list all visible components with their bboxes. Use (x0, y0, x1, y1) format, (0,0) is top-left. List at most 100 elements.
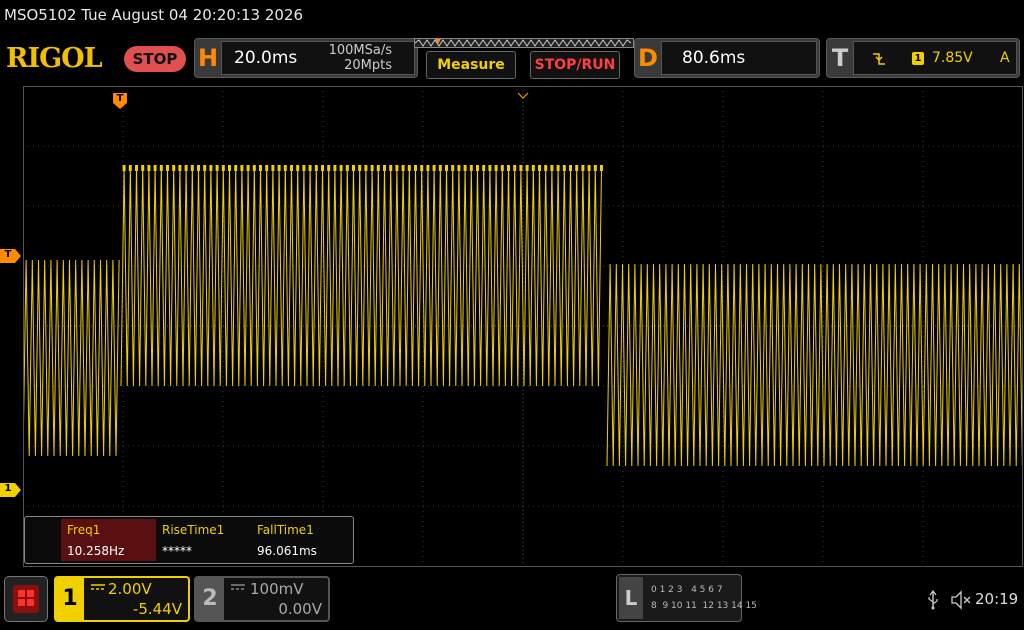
waveform-peak-dot (364, 165, 368, 171)
waveform-peak-dot (513, 165, 517, 171)
main-menu-button[interactable] (4, 576, 48, 622)
measurement-item[interactable]: Freq1 10.258Hz (61, 519, 156, 561)
waveform-peak-dot (538, 165, 541, 171)
measurement-value: 10.258Hz (67, 544, 125, 558)
measurement-item[interactable]: FallTime1 96.061ms (251, 519, 346, 561)
waveform-peak-dot (190, 165, 194, 171)
waveform-peak-dot (451, 165, 455, 171)
measurement-panel[interactable]: Freq1 10.258Hz RiseTime1 ***** FallTime1… (24, 516, 354, 564)
waveform-peak-dot (581, 165, 585, 171)
trigger-level-marker[interactable]: T (0, 248, 22, 267)
waveform-peak-dot (246, 165, 250, 171)
falling-edge-icon (873, 53, 885, 65)
time-base-scale: 20.0ms (234, 48, 298, 68)
measurement-name: FallTime1 (257, 523, 314, 537)
waveform-peak-dot (463, 165, 467, 171)
ch2-scale: 100mV (250, 580, 304, 598)
waveform-peak-dot (507, 165, 510, 171)
title-bar: MSO5102 Tue August 04 20:20:13 2026 (0, 0, 1024, 32)
waveform-peak-dot (321, 165, 324, 171)
waveform-peak-dot (308, 165, 312, 171)
waveform-peak-dot (128, 165, 132, 171)
waveform-peak-dot (203, 165, 207, 171)
waveform-peak-dot (339, 165, 343, 171)
waveform-peak-dot (147, 165, 151, 171)
trigger-level: 7.85V (932, 50, 973, 66)
waveform-peak-dot (587, 165, 591, 171)
ch1-number: 1 (56, 578, 84, 620)
delay-letter: D (638, 44, 658, 72)
waveform-peak-dot (327, 165, 331, 171)
trigger-source-badge: 1 (912, 52, 924, 65)
measurement-item[interactable]: RiseTime1 ***** (156, 519, 251, 561)
waveform-peak-dot (575, 165, 579, 171)
waveform-peak-dot (358, 165, 362, 171)
waveform-peak-dot (569, 165, 572, 171)
usb-icon (928, 590, 938, 610)
clock-time: 20:19 (975, 590, 1019, 608)
trigger-level-label: T (4, 249, 12, 260)
delay-value: 80.6ms (682, 48, 746, 68)
waveform-peak-dot (166, 165, 169, 171)
measurement-value: 96.061ms (257, 544, 317, 558)
horizontal-letter: H (197, 44, 219, 72)
dc-coupling-icon (91, 584, 105, 590)
trigger-position-marker[interactable]: T (113, 93, 127, 113)
waveform-peak-dot (407, 165, 411, 171)
waveform-peak-dot (197, 165, 200, 171)
waveform-peak-dot (221, 165, 225, 171)
bottom-bar: 1 2.00V -5.44V 2 100mV 0.00V L 0 1 2 3 4… (0, 570, 1024, 630)
waveform-peak-dot (184, 165, 188, 171)
logic-analyzer-panel[interactable]: L 0 1 2 3 4 5 6 7 8 9 10 11 12 13 14 15 (616, 574, 757, 622)
waveform-display[interactable] (23, 86, 1023, 567)
waveform-peak-dot (426, 165, 430, 171)
waveform-segment (120, 167, 602, 387)
measure-button[interactable]: Measure (426, 51, 516, 79)
run-state-badge[interactable]: STOP (124, 46, 186, 72)
delay-panel[interactable]: D 80.6ms (634, 38, 820, 78)
waveform-peak-dot (550, 165, 554, 171)
ch1-panel[interactable]: 1 2.00V -5.44V (54, 576, 190, 622)
waveform-peak-dot (141, 165, 145, 171)
mute-speaker-icon[interactable] (950, 590, 972, 610)
waveform-peak-dot (240, 165, 244, 171)
waveform-peak-dot (544, 165, 548, 171)
trigger-position-label: T (116, 93, 124, 104)
waveform-peak-dot (271, 165, 275, 171)
waveform-peak-dot (531, 165, 535, 171)
waveform-peak-dot (445, 165, 448, 171)
waveform-peak-dot (438, 165, 442, 171)
ch2-panel[interactable]: 2 100mV 0.00V (194, 576, 330, 622)
waveform-peak-dot (122, 165, 126, 171)
trigger-mode: A (1000, 50, 1010, 66)
waveform-peak-dot (265, 165, 269, 171)
waveform-peak-dot (302, 165, 306, 171)
stop-run-button[interactable]: STOP/RUN (530, 51, 620, 79)
waveform-peak-dot (600, 165, 603, 171)
memory-depth: 20Mpts (344, 58, 392, 73)
waveform-peak-dot (488, 165, 492, 171)
waveform-peak-dot (252, 165, 256, 171)
waveform-peak-dot (290, 165, 293, 171)
ch1-scale: 2.00V (108, 580, 152, 598)
waveform-peak-dot (482, 165, 486, 171)
ch2-number: 2 (196, 578, 224, 620)
rigol-logo: RIGOL (6, 43, 103, 74)
waveform-peak-dot (234, 165, 238, 171)
waveform-peak-dot (333, 165, 337, 171)
waveform-peak-dot (209, 165, 213, 171)
ch1-offset-marker[interactable]: 1 (0, 482, 22, 501)
measurement-name: RiseTime1 (162, 523, 225, 537)
waveform-peak-dot (277, 165, 281, 171)
waveform-peak-dot (469, 165, 473, 171)
waveform-peak-dot (283, 165, 287, 171)
waveform-peak-dot (135, 165, 138, 171)
waveform-peak-dot (383, 165, 386, 171)
waveform-segment (23, 259, 120, 457)
measurement-name: Freq1 (67, 523, 101, 537)
trigger-panel[interactable]: T 1 7.85V A (826, 38, 1020, 78)
waveform-peak-dot (432, 165, 436, 171)
waveform-peak-dot (178, 165, 182, 171)
horizontal-panel[interactable]: H 20.0ms 100MSa/s 20Mpts (194, 38, 418, 78)
waveform-position-strip (414, 38, 634, 48)
